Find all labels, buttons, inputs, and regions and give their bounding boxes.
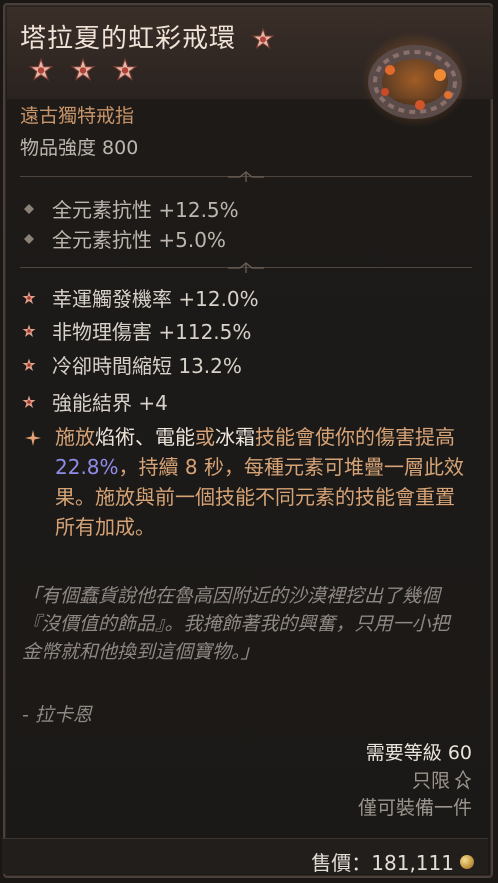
mythic-star-icon bbox=[251, 27, 275, 49]
implicit-stat-text: 全元素抗性 +12.5% bbox=[52, 198, 239, 222]
star-bullet-icon bbox=[22, 395, 36, 408]
section-divider bbox=[20, 261, 472, 275]
diamond-bullet-icon bbox=[24, 203, 34, 214]
rating-star-icon bbox=[28, 58, 54, 82]
gold-coin-icon bbox=[460, 854, 474, 869]
item-name: 塔拉夏的虹彩戒環 bbox=[20, 18, 275, 55]
sorcerer-class-icon bbox=[454, 769, 472, 790]
legendary-aspect: 施放焰術、電能或冰霜技能會使你的傷害提高 22.8%，持續 8 秒，每種元素可堆… bbox=[55, 425, 464, 539]
ring-item-icon bbox=[361, 32, 469, 128]
rating-star-icon bbox=[70, 58, 96, 82]
sparkle-bullet-icon bbox=[25, 430, 41, 446]
required-level: 需要等級 60 bbox=[365, 742, 472, 764]
diamond-bullet-icon bbox=[24, 233, 34, 244]
affix-stat: 強能結界 +4 bbox=[22, 387, 168, 416]
affix-stat-text: 冷卻時間縮短 13.2% bbox=[52, 354, 242, 378]
implicit-stat-text: 全元素抗性 +5.0% bbox=[52, 228, 226, 252]
implicit-stat: 全元素抗性 +5.0% bbox=[22, 224, 226, 253]
implicit-stat: 全元素抗性 +12.5% bbox=[22, 194, 239, 223]
affix-stat: 非物理傷害 +112.5% bbox=[22, 316, 251, 345]
item-power: 物品強度 800 bbox=[20, 137, 139, 159]
affix-stat: 冷卻時間縮短 13.2% bbox=[22, 350, 242, 379]
affix-stat-text: 非物理傷害 +112.5% bbox=[52, 320, 252, 344]
aspect-value: 22.8% bbox=[55, 455, 119, 479]
unique-equipped: 僅可裝備一件 bbox=[357, 797, 472, 819]
sell-price: 售價：181,111 bbox=[311, 847, 474, 876]
affix-stat-text: 強能結界 +4 bbox=[52, 391, 168, 415]
item-name-text: 塔拉夏的虹彩戒環 bbox=[20, 24, 237, 54]
star-bullet-icon bbox=[22, 358, 36, 371]
flavor-text: 「有個蠢貨說他在魯高因附近的沙漠裡挖出了幾個『沒價值的飾品』。我掩飾著我的興奮，… bbox=[22, 585, 450, 663]
class-restriction: 只限 bbox=[412, 766, 472, 793]
rating-star-icon bbox=[112, 58, 138, 82]
item-type: 遠古獨特戒指 bbox=[20, 105, 135, 127]
flavor-author: - 拉卡恩 bbox=[22, 704, 92, 726]
affix-stat-text: 幸運觸發機率 +12.0% bbox=[52, 287, 259, 311]
section-divider bbox=[20, 170, 472, 184]
rating-stars bbox=[28, 58, 138, 84]
affix-stat: 幸運觸發機率 +12.0% bbox=[22, 283, 259, 312]
star-bullet-icon bbox=[22, 324, 36, 337]
star-bullet-icon bbox=[22, 291, 36, 304]
